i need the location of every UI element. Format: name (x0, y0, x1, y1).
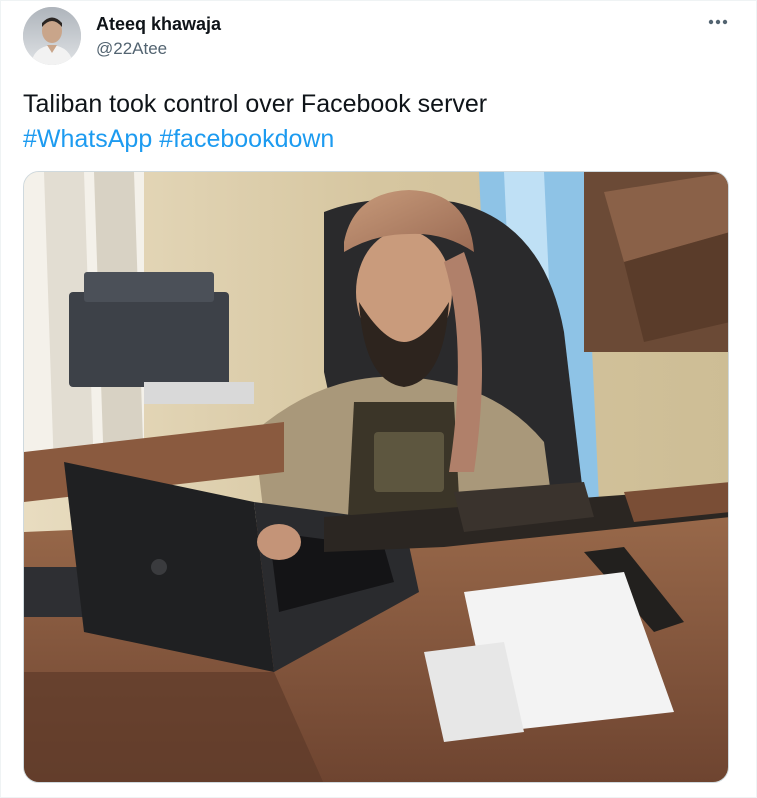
hashtag-link[interactable]: #WhatsApp (23, 125, 152, 153)
author-avatar[interactable] (23, 7, 81, 65)
tweet-text-line: Taliban took control over Facebook serve… (23, 90, 488, 118)
author-handle[interactable]: @22Atee (96, 39, 167, 59)
avatar-photo (23, 7, 81, 65)
hashtag-link[interactable]: #facebookdown (159, 125, 334, 153)
tweet-text: Taliban took control over Facebook serve… (23, 87, 723, 157)
tweet-media-photo[interactable] (23, 171, 729, 783)
author-display-name[interactable]: Ateeq khawaja (96, 14, 221, 34)
photo-media (24, 172, 728, 782)
tweet-hashtags: #WhatsApp #facebookdown (23, 122, 723, 157)
more-horizontal-icon (708, 19, 728, 25)
tweet-card: Ateeq khawaja @22Atee Taliban took contr… (0, 0, 757, 798)
more-options-button[interactable] (701, 9, 735, 35)
